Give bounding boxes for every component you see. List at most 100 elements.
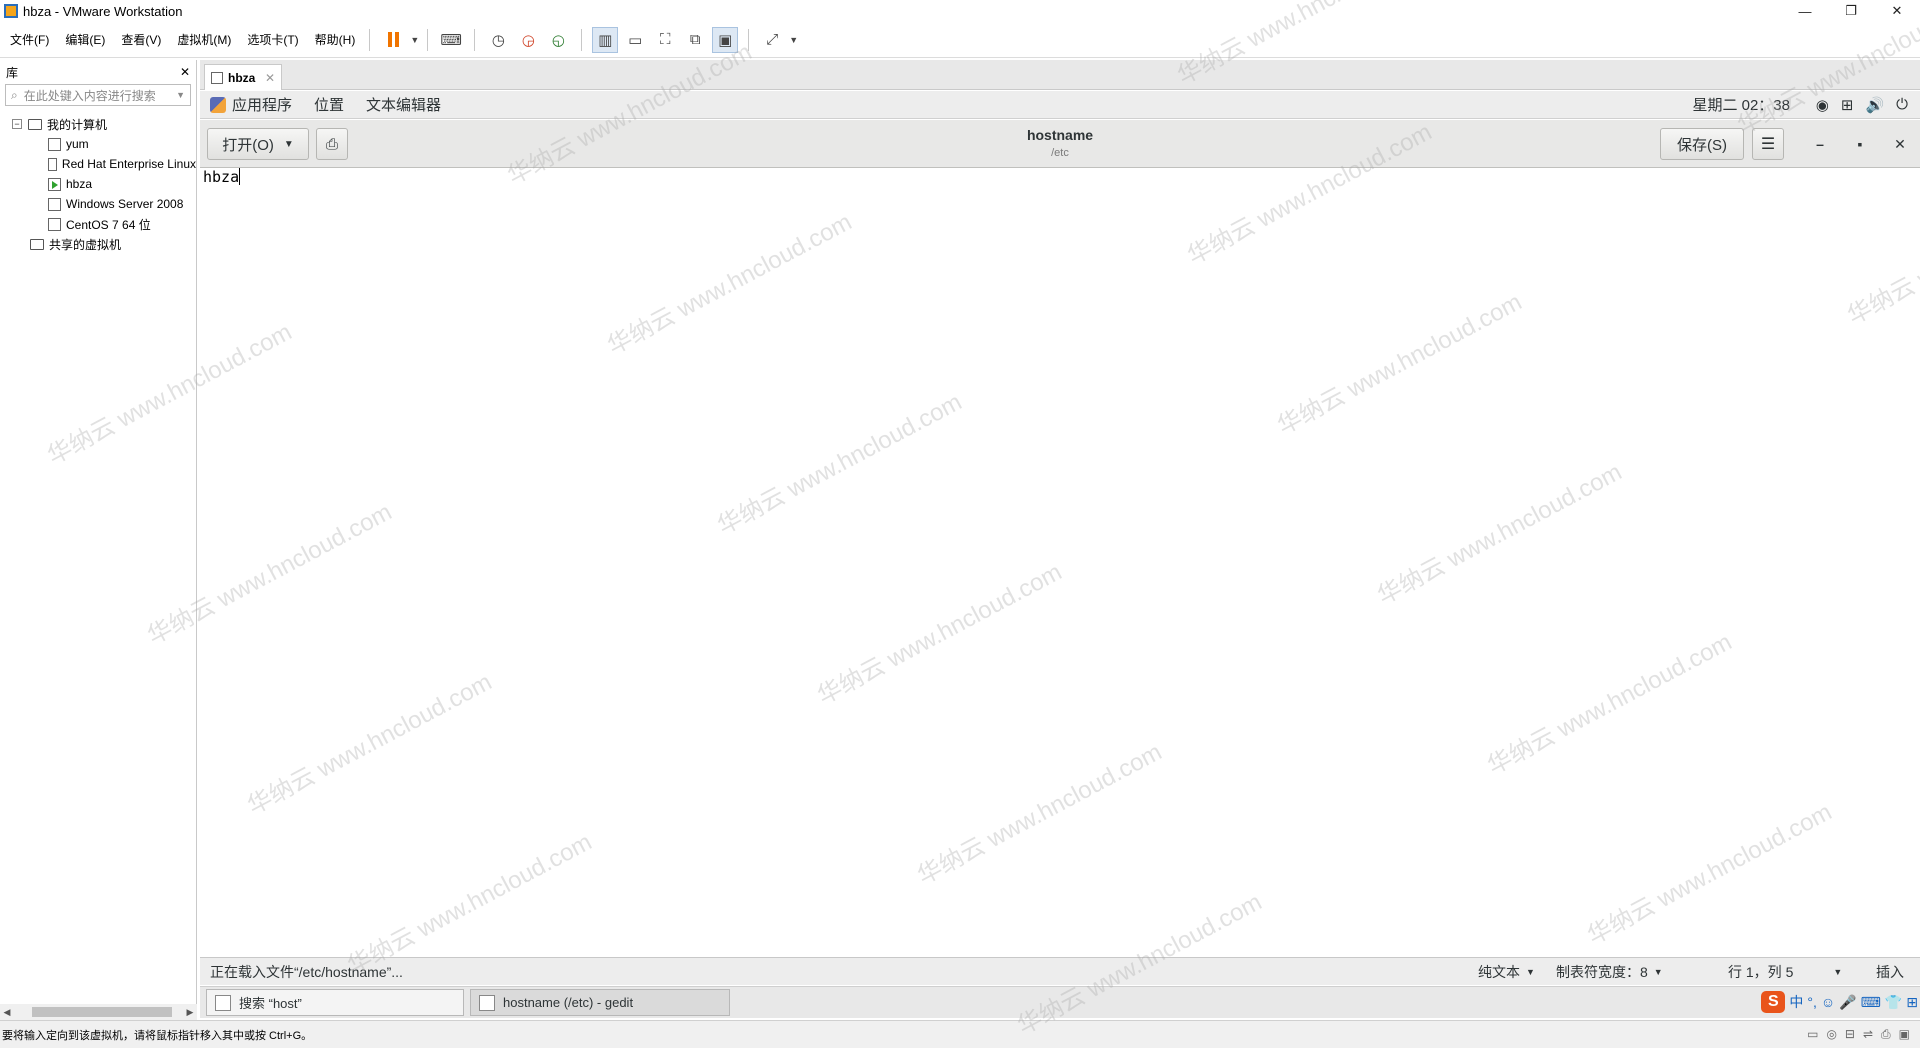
vm-tab-strip: hbza ✕ bbox=[200, 60, 1920, 90]
fullscreen-icon: ⛶ bbox=[659, 31, 671, 48]
console-view-button[interactable]: ▣ bbox=[712, 26, 739, 53]
tab-close-icon[interactable]: ✕ bbox=[265, 71, 275, 85]
unity-button[interactable]: ⧉ bbox=[682, 27, 708, 53]
display-icon[interactable]: ▣ bbox=[1899, 1027, 1910, 1042]
ime-emoji-icon[interactable]: ☺ bbox=[1821, 994, 1835, 1010]
library-panel: 库 ✕ ⌕ 在此处键入内容进行搜索 ▼ − 我的计算机 yum Red Hat … bbox=[0, 60, 197, 1020]
volume-icon[interactable]: 🔊 bbox=[1865, 96, 1884, 114]
menu-view[interactable]: 查看(V) bbox=[115, 31, 167, 48]
power-icon[interactable]: ⏻ bbox=[1896, 96, 1908, 114]
tree-item-hbza[interactable]: hbza bbox=[0, 174, 196, 194]
network-icon[interactable]: ⊞ bbox=[1841, 96, 1854, 114]
menu-tabs[interactable]: 选项卡(T) bbox=[241, 31, 304, 48]
taskbar-item-search[interactable]: 搜索 “host” bbox=[206, 989, 464, 1016]
vmware-logo-icon bbox=[4, 4, 18, 18]
tree-item-shared-vms[interactable]: 共享的虚拟机 bbox=[0, 234, 196, 254]
insert-mode-indicator: 插入 bbox=[1876, 962, 1904, 982]
tab-hbza[interactable]: hbza ✕ bbox=[204, 64, 282, 90]
tree-item-yum[interactable]: yum bbox=[0, 134, 196, 154]
applications-menu[interactable]: 应用程序 bbox=[232, 94, 292, 115]
library-header: 库 ✕ bbox=[0, 60, 196, 84]
menu-file[interactable]: 文件(F) bbox=[4, 31, 55, 48]
restore-button[interactable]: ❐ bbox=[1828, 0, 1874, 22]
computer-icon bbox=[28, 118, 42, 130]
library-horizontal-scrollbar[interactable]: ◀ ▶ bbox=[0, 1004, 197, 1020]
usb-icon[interactable]: ⇌ bbox=[1863, 1027, 1873, 1042]
fullscreen-button[interactable]: ⛶ bbox=[652, 27, 678, 53]
system-tray[interactable]: ◉ ⊞ 🔊 ⏻ bbox=[1816, 96, 1908, 114]
thumbnail-bar-button[interactable]: ▭ bbox=[622, 27, 648, 53]
tree-item-label: yum bbox=[66, 137, 89, 151]
gedit-close-button[interactable]: ✕ bbox=[1880, 130, 1920, 158]
tree-item-label: 共享的虚拟机 bbox=[49, 237, 122, 252]
vmware-status-bar: 要将输入定向到该虚拟机，请将鼠标指针移入其中或按 Ctrl+G。 ▭ ◎ ⊟ ⇌… bbox=[0, 1020, 1920, 1048]
pause-dropdown-icon[interactable]: ▼ bbox=[410, 35, 419, 45]
clock[interactable]: 星期二 02：38 bbox=[1692, 94, 1790, 115]
library-close-icon[interactable]: ✕ bbox=[180, 65, 190, 79]
library-title: 库 bbox=[6, 65, 19, 80]
ime-chinese-icon[interactable]: 中 bbox=[1789, 992, 1803, 1012]
scroll-left-icon[interactable]: ◀ bbox=[0, 1007, 14, 1018]
console-icon: ▣ bbox=[718, 31, 733, 49]
ime-keyboard-icon[interactable]: ⌨ bbox=[1861, 994, 1881, 1011]
scroll-right-icon[interactable]: ▶ bbox=[183, 1007, 197, 1018]
cursor-position-selector[interactable]: 行 1，列 5 ▼ bbox=[1728, 962, 1842, 982]
ime-skin-icon[interactable]: 👕 bbox=[1885, 994, 1902, 1011]
ime-tools-icon[interactable]: ⊞ bbox=[1906, 994, 1918, 1011]
tab-label: hbza bbox=[228, 70, 256, 85]
tab-width-selector[interactable]: 制表符宽度：8 ▼ bbox=[1556, 962, 1663, 982]
snapshot-manager-icon: ◵ bbox=[551, 31, 565, 49]
accessibility-icon[interactable]: ◉ bbox=[1816, 96, 1829, 114]
gedit-window-controls: – ▪ ✕ bbox=[1800, 130, 1920, 158]
applications-icon bbox=[210, 96, 226, 113]
toolbar-divider bbox=[474, 28, 476, 51]
send-ctrl-alt-del-button[interactable]: ⌨ bbox=[438, 27, 464, 53]
pause-button[interactable] bbox=[380, 27, 406, 53]
gedit-maximize-button[interactable]: ▪ bbox=[1840, 130, 1880, 158]
search-dropdown-icon[interactable]: ▼ bbox=[176, 90, 185, 100]
hamburger-menu-button[interactable]: ☰ bbox=[1752, 128, 1784, 160]
save-button[interactable]: 保存(S) bbox=[1660, 128, 1744, 160]
stretch-dropdown-icon[interactable]: ▼ bbox=[789, 35, 798, 45]
close-button[interactable]: ✕ bbox=[1874, 0, 1920, 22]
show-library-button[interactable]: ▥ bbox=[592, 26, 619, 53]
minimize-button[interactable]: — bbox=[1782, 0, 1828, 22]
ime-voice-icon[interactable]: 🎤 bbox=[1839, 994, 1856, 1011]
tree-item-windows-server[interactable]: Windows Server 2008 bbox=[0, 194, 196, 214]
cd-drive-icon[interactable]: ◎ bbox=[1826, 1027, 1836, 1042]
snapshot-manager-button[interactable]: ◵ bbox=[545, 27, 571, 53]
library-tree: − 我的计算机 yum Red Hat Enterprise Linux hbz… bbox=[0, 114, 196, 254]
revert-snapshot-button[interactable]: ◶ bbox=[515, 27, 541, 53]
hard-disk-icon[interactable]: ▭ bbox=[1807, 1027, 1818, 1042]
search-window-icon bbox=[215, 994, 231, 1011]
network-adapter-icon[interactable]: ⊟ bbox=[1845, 1027, 1855, 1042]
syntax-label: 纯文本 bbox=[1478, 963, 1520, 980]
menu-vm[interactable]: 虚拟机(M) bbox=[171, 31, 237, 48]
collapse-icon[interactable]: − bbox=[12, 119, 22, 129]
tree-item-rhel[interactable]: Red Hat Enterprise Linux bbox=[0, 154, 196, 174]
printer-icon[interactable]: ⎙ bbox=[1881, 1027, 1891, 1042]
toolbar-divider bbox=[748, 28, 750, 51]
unity-icon: ⧉ bbox=[689, 31, 701, 48]
library-search-input[interactable]: ⌕ 在此处键入内容进行搜索 ▼ bbox=[5, 84, 191, 106]
places-menu[interactable]: 位置 bbox=[314, 94, 344, 115]
tree-item-my-computer[interactable]: − 我的计算机 bbox=[0, 114, 196, 134]
menu-edit[interactable]: 编辑(E) bbox=[59, 31, 111, 48]
gedit-minimize-button[interactable]: – bbox=[1800, 130, 1840, 158]
taskbar-item-label: 搜索 “host” bbox=[239, 996, 302, 1011]
tree-item-centos[interactable]: CentOS 7 64 位 bbox=[0, 214, 196, 234]
status-message: 正在载入文件“/etc/hostname”... bbox=[210, 963, 403, 980]
scrollbar-thumb[interactable] bbox=[32, 1007, 172, 1017]
sogou-logo-icon[interactable]: S bbox=[1761, 991, 1786, 1013]
editor-content[interactable]: hbza bbox=[203, 168, 241, 186]
text-editor-area[interactable]: hbza bbox=[200, 168, 1920, 956]
menu-help[interactable]: 帮助(H) bbox=[309, 31, 362, 48]
stretch-guest-button[interactable]: ⤢ bbox=[759, 27, 785, 53]
taskbar-item-gedit[interactable]: hostname (/etc) - gedit bbox=[470, 989, 730, 1016]
syntax-selector[interactable]: 纯文本 ▼ bbox=[1478, 962, 1535, 982]
snapshot-button[interactable]: ◷ bbox=[485, 27, 511, 53]
tree-item-label: CentOS 7 64 位 bbox=[66, 217, 151, 232]
app-menu[interactable]: 文本编辑器 bbox=[366, 94, 441, 115]
ime-punctuation-icon[interactable]: °, bbox=[1807, 994, 1817, 1010]
ime-toolbar[interactable]: S 中 °, ☺ 🎤 ⌨ 👕 ⊞ bbox=[1761, 991, 1918, 1013]
